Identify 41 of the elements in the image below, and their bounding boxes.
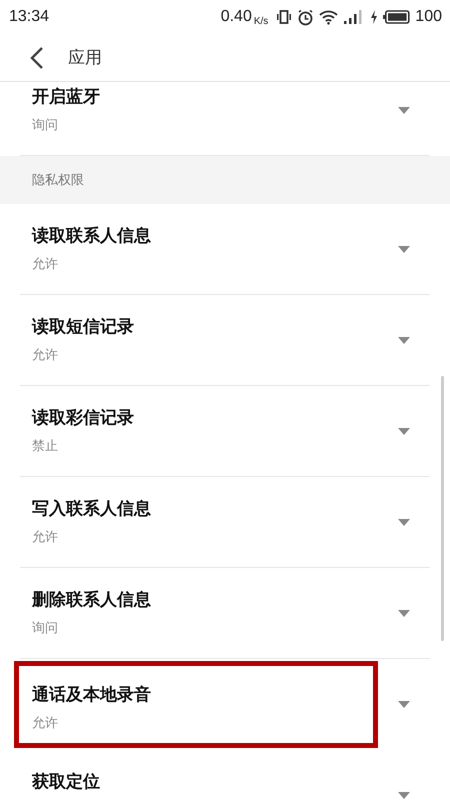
permission-row[interactable]: 读取联系人信息 允许 — [20, 204, 430, 295]
charging-icon — [370, 10, 378, 24]
permission-title: 删除联系人信息 — [32, 589, 151, 611]
dropdown-arrow-icon — [398, 518, 410, 526]
dropdown-arrow-icon — [398, 792, 410, 798]
dropdown-arrow-icon — [398, 106, 410, 114]
section-title: 隐私权限 — [32, 172, 84, 189]
permission-title: 通话及本地录音 — [32, 684, 152, 706]
dropdown-arrow-icon — [398, 246, 410, 252]
permission-row[interactable]: 删除联系人信息 询问 — [20, 568, 430, 659]
battery-level: 100 — [415, 8, 442, 26]
permission-value: 询问 — [32, 620, 59, 637]
dropdown-arrow-icon — [398, 701, 410, 708]
dropdown-arrow-icon — [398, 610, 410, 616]
permission-title: 获取定位 — [32, 771, 100, 793]
permission-value: 禁止 — [32, 438, 59, 455]
permission-value: 允许 — [32, 347, 59, 364]
page-title: 应用 — [68, 47, 102, 69]
permission-value: 询问 — [32, 117, 59, 134]
wifi-icon — [319, 10, 338, 24]
permission-row[interactable]: 获取定位 — [20, 750, 430, 800]
status-time: 13:34 — [9, 8, 50, 26]
permission-title: 读取短信记录 — [32, 316, 134, 338]
permission-row[interactable]: 读取彩信记录 禁止 — [20, 386, 430, 477]
vibrate-icon — [276, 9, 292, 25]
permission-row[interactable]: 写入联系人信息 允许 — [20, 477, 430, 568]
permission-value: 允许 — [32, 715, 59, 732]
dropdown-arrow-icon — [398, 336, 410, 344]
permission-value: 允许 — [32, 529, 59, 546]
speed-unit: K/s — [254, 16, 268, 26]
permission-value: 允许 — [32, 256, 59, 273]
permission-title: 读取彩信记录 — [32, 407, 134, 429]
permission-title: 写入联系人信息 — [32, 498, 151, 520]
permission-row[interactable]: 通话及本地录音 允许 — [20, 659, 430, 750]
permission-row[interactable]: 读取短信记录 允许 — [20, 295, 430, 386]
permission-title: 开启蓝牙 — [32, 86, 100, 108]
battery-icon — [383, 10, 410, 24]
permission-title: 读取联系人信息 — [32, 225, 151, 247]
dropdown-arrow-icon — [398, 428, 410, 434]
network-speed: 0.40 — [220, 8, 252, 26]
alarm-icon — [297, 8, 314, 26]
